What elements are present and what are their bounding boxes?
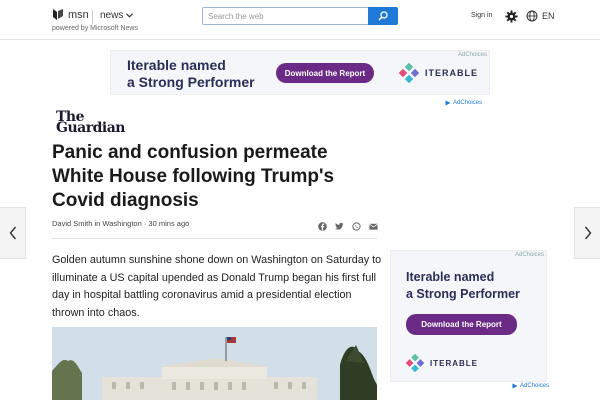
ad-headline: Iterable named a Strong Performer: [127, 57, 255, 91]
ad-headline: Iterable named a Strong Performer: [406, 269, 520, 303]
ad-headline-line: Iterable named: [127, 57, 226, 73]
chevron-right-icon: [584, 226, 591, 240]
divider: [92, 10, 93, 24]
adchoices-icon: [445, 100, 451, 106]
msn-logo[interactable]: msn: [52, 8, 89, 21]
facebook-icon[interactable]: [318, 218, 327, 231]
search-input[interactable]: [203, 8, 369, 24]
previous-article-button[interactable]: [0, 207, 26, 259]
section-label: news: [100, 10, 124, 21]
brand-name: msn: [68, 8, 89, 21]
ad-choices-link[interactable]: AdChoices: [512, 383, 549, 389]
ad-brand: ITERABLE: [399, 63, 478, 83]
whatsapp-icon[interactable]: [352, 218, 361, 231]
ad-choices-label: AdChoices: [520, 383, 550, 389]
powered-by: powered by Microsoft News: [52, 25, 138, 32]
ad-headline-line: a Strong Performer: [406, 287, 520, 301]
publisher-logo-line: Guardian: [56, 120, 125, 136]
search-button[interactable]: [368, 7, 398, 25]
ad-download-button[interactable]: Download the Report: [406, 314, 517, 335]
sidebar-ad[interactable]: Iterable named a Strong Performer Downlo…: [390, 250, 547, 382]
search-icon: [378, 11, 388, 21]
article-divider: [52, 238, 377, 239]
top-header: msn powered by Microsoft News news Sign …: [0, 0, 600, 40]
section-menu[interactable]: news: [100, 10, 134, 21]
twitter-icon[interactable]: [335, 218, 344, 230]
article-headline: Panic and confusion permeate White House…: [52, 142, 335, 211]
ad-brand-name: ITERABLE: [425, 68, 478, 78]
ad-brand: ITERABLE: [406, 354, 478, 372]
ad-headline-line: a Strong Performer: [127, 74, 255, 90]
ad-headline-line: Iterable named: [406, 270, 495, 284]
language-label: EN: [542, 11, 555, 21]
ad-brand-name: ITERABLE: [430, 358, 478, 368]
ad-choices-label: AdChoices: [453, 100, 483, 106]
iterable-logo-icon: [406, 354, 424, 372]
iterable-logo-icon: [399, 63, 419, 83]
chevron-left-icon: [9, 226, 16, 240]
ad-choices-link[interactable]: AdChoices: [445, 100, 482, 106]
share-bar: [318, 218, 378, 231]
adchoices-icon: [512, 383, 518, 389]
ad-choices-tag[interactable]: AdChoices: [515, 252, 544, 258]
next-article-button[interactable]: [574, 207, 600, 259]
msn-butterfly-icon: [53, 9, 63, 20]
search-box: [202, 7, 398, 25]
language-selector[interactable]: EN: [526, 10, 555, 22]
ad-download-button[interactable]: Download the Report: [276, 63, 374, 83]
article-photo[interactable]: [52, 327, 377, 400]
globe-icon: [526, 10, 538, 22]
sign-in-link[interactable]: Sign in: [471, 12, 492, 19]
gear-icon[interactable]: [505, 10, 518, 23]
chevron-down-icon: [126, 13, 134, 18]
article-body-paragraph: Golden autumn sunshine shone down on Was…: [52, 254, 382, 319]
email-icon[interactable]: [369, 218, 378, 230]
article-byline: David Smith in Washington · 30 mins ago: [52, 219, 190, 228]
publisher-logo[interactable]: The Guardian: [56, 110, 125, 136]
top-banner-ad[interactable]: Iterable named a Strong Performer Downlo…: [110, 50, 490, 95]
white-house-image: [52, 327, 377, 400]
ad-choices-tag[interactable]: AdChoices: [458, 52, 487, 58]
